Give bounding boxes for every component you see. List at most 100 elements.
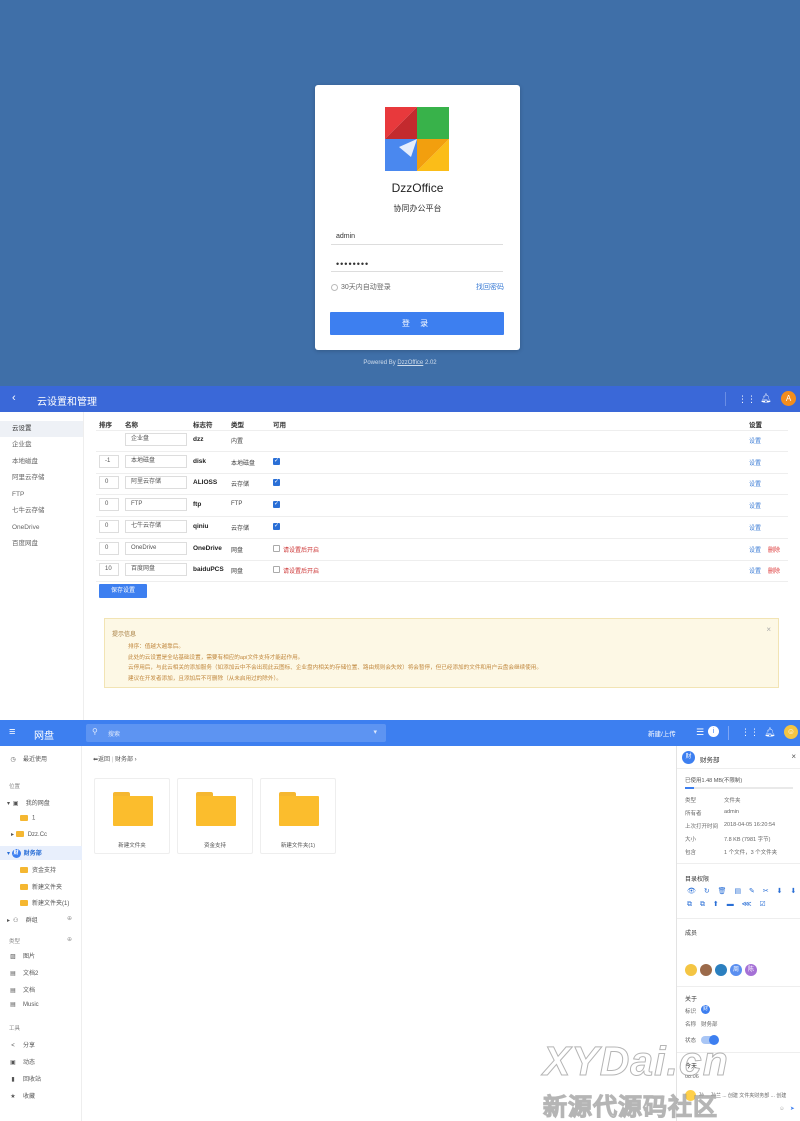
sidebar-item-folder-1[interactable]: 1 xyxy=(20,815,35,822)
order-input[interactable]: 0 xyxy=(99,498,119,511)
delete-link[interactable]: 删除 xyxy=(768,545,780,554)
settings-link[interactable]: 设置 xyxy=(749,436,761,445)
sidebar-item-ftp[interactable]: FTP xyxy=(0,487,83,503)
sidebar-item-baidu[interactable]: 百度网盘 xyxy=(0,536,83,552)
login-button[interactable]: 登 录 xyxy=(330,312,504,335)
folder-item[interactable]: 新建文件夹(1) xyxy=(260,778,336,854)
avatar[interactable]: A xyxy=(781,391,796,406)
enabled-checkbox[interactable]: ✓ xyxy=(273,458,280,465)
name-input[interactable]: 七牛云存储 xyxy=(125,520,187,533)
folder-item[interactable]: 资金支持 xyxy=(177,778,253,854)
info-icon[interactable]: i xyxy=(708,726,719,737)
settings-link[interactable]: 设置 xyxy=(749,523,761,532)
member-avatar[interactable] xyxy=(715,964,727,976)
sidebar-item-aliyun[interactable]: 阿里云存储 xyxy=(0,470,83,486)
star-icon: ★ xyxy=(10,1094,16,1100)
folder-icon xyxy=(196,792,236,826)
order-input[interactable]: 0 xyxy=(99,476,119,489)
password-field[interactable]: •••••••• xyxy=(331,256,503,272)
list-view-icon[interactable]: ☰ xyxy=(696,727,704,738)
sidebar-item-dynamic[interactable]: ▣ 动态 xyxy=(9,1057,35,1066)
forgot-password-link[interactable]: 找回密码 xyxy=(476,282,504,292)
sidebar-item-favorites[interactable]: ★ 收藏 xyxy=(9,1091,35,1100)
sidebar-item-pictures[interactable]: ▨ 图片 xyxy=(9,951,35,960)
back-icon[interactable]: ‹ xyxy=(12,392,16,404)
order-input[interactable]: -1 xyxy=(99,455,119,468)
permission-icons[interactable]: 👁 ↻ 🗑 ▤ ✎ ✂ ⬇ ⬇ xyxy=(687,887,799,895)
member-avatar[interactable] xyxy=(700,964,712,976)
search-input[interactable]: ⚲ 搜索 ▾ xyxy=(86,724,386,742)
sidebar-item-new-folder-1[interactable]: 新建文件夹(1) xyxy=(20,898,69,907)
close-icon[interactable]: × xyxy=(791,752,796,761)
table-divider xyxy=(96,473,788,474)
name-input[interactable]: 本地磁盘 xyxy=(125,455,187,468)
member-avatar[interactable]: 周 xyxy=(730,964,742,976)
chevron-down-icon[interactable]: ▾ xyxy=(373,728,377,736)
settings-link[interactable]: 设置 xyxy=(749,545,761,554)
save-settings-button[interactable]: 保存设置 xyxy=(99,584,147,598)
enabled-checkbox[interactable]: ✓ xyxy=(273,523,280,530)
sidebar-item-local-disk[interactable]: 本地磁盘 xyxy=(0,454,83,470)
settings-link[interactable]: 设置 xyxy=(749,566,761,575)
add-type-icon[interactable]: ⊕ xyxy=(67,936,72,943)
bell-icon[interactable]: 🔔︎ xyxy=(760,393,771,404)
folder-item[interactable]: 新建文件夹 xyxy=(94,778,170,854)
enabled-checkbox[interactable] xyxy=(273,545,280,552)
sidebar-item-docs[interactable]: ▤ 文档 xyxy=(9,985,35,994)
name-input[interactable]: 百度网盘 xyxy=(125,563,187,576)
sidebar-item-onedrive[interactable]: OneDrive xyxy=(0,520,83,536)
sidebar-item-group[interactable]: ▸ ⚇ 群组 xyxy=(7,915,38,924)
sidebar-item-fund[interactable]: 资金支持 xyxy=(20,865,56,874)
order-input[interactable]: 0 xyxy=(99,542,119,555)
apps-grid-icon[interactable]: ⋮⋮ xyxy=(741,727,759,738)
sidebar-item-recycle[interactable]: ▮ 回收站 xyxy=(9,1074,41,1083)
sidebar-item-finance[interactable]: ▾ 财财务部 xyxy=(7,848,42,858)
sidebar-item-music[interactable]: ▤ Music xyxy=(9,1001,39,1008)
sidebar-item-enterprise-disk[interactable]: 企业盘 xyxy=(0,437,83,453)
delete-link[interactable]: 删除 xyxy=(768,566,780,575)
settings-link[interactable]: 设置 xyxy=(749,458,761,467)
new-upload-button[interactable]: 新建/上传 xyxy=(648,728,676,738)
order-input[interactable]: 10 xyxy=(99,563,119,576)
settings-link[interactable]: 设置 xyxy=(749,501,761,510)
settings-link[interactable]: 设置 xyxy=(749,479,761,488)
remember-checkbox[interactable] xyxy=(331,283,338,291)
crumb-current[interactable]: 财务部 xyxy=(115,757,133,763)
menu-icon[interactable]: ≡ xyxy=(9,726,15,738)
caret-down-icon[interactable]: ▾ xyxy=(7,851,12,857)
name-input[interactable]: 阿里云存储 xyxy=(125,476,187,489)
send-icon[interactable]: ➤ xyxy=(790,1106,795,1112)
enabled-checkbox[interactable]: ✓ xyxy=(273,479,280,486)
powered-link[interactable]: DzzOffice xyxy=(397,360,423,366)
enabled-checkbox[interactable] xyxy=(273,566,280,573)
sidebar-item-new-folder[interactable]: 新建文件夹 xyxy=(20,882,62,891)
sidebar-item-docs2[interactable]: ▤ 文档2 xyxy=(9,968,38,977)
sidebar-item-dzzcc[interactable]: ▸ Dzz.Cc xyxy=(11,831,47,838)
name-input[interactable]: FTP xyxy=(125,498,187,511)
back-link[interactable]: ⬅返回 xyxy=(93,757,110,763)
sidebar-item-cloud-settings[interactable]: 云设置 xyxy=(0,421,83,437)
sidebar-item-qiniu[interactable]: 七牛云存储 xyxy=(0,503,83,519)
username-field[interactable]: admin xyxy=(331,229,503,245)
folder-name: 新建文件夹(1) xyxy=(280,843,316,849)
permission-icons[interactable]: ⧉ ⧉ ⬆ ▬ ⋘ ☑ xyxy=(687,900,769,909)
name-input[interactable]: 企业盘 xyxy=(125,433,187,446)
tag-value: qiniu xyxy=(193,523,209,530)
sidebar-item-recent[interactable]: ◷ 最近使用 xyxy=(9,754,47,763)
member-avatar[interactable]: 陈 xyxy=(745,964,757,976)
member-avatar[interactable] xyxy=(685,964,697,976)
bell-icon[interactable]: 🔔︎ xyxy=(764,727,775,738)
enabled-checkbox[interactable]: ✓ xyxy=(273,501,280,508)
order-input[interactable]: 0 xyxy=(99,520,119,533)
name-input[interactable]: OneDrive xyxy=(125,542,187,555)
apps-grid-icon[interactable]: ⋮⋮ xyxy=(738,394,756,405)
sidebar-item-my-drive[interactable]: ▾ ▣ 我的网盘 xyxy=(7,798,50,807)
caret-right-icon[interactable]: ▸ xyxy=(11,832,16,838)
tag-value: baiduPCS xyxy=(193,566,224,573)
close-icon[interactable]: × xyxy=(766,625,771,634)
avatar[interactable]: ☺ xyxy=(784,725,798,739)
emoji-icon[interactable]: ☺ xyxy=(779,1106,785,1112)
add-group-icon[interactable]: ⊕ xyxy=(67,915,72,922)
sidebar-item-share[interactable]: < 分享 xyxy=(9,1040,35,1049)
remember-login[interactable]: 30天内自动登录 xyxy=(331,282,391,292)
